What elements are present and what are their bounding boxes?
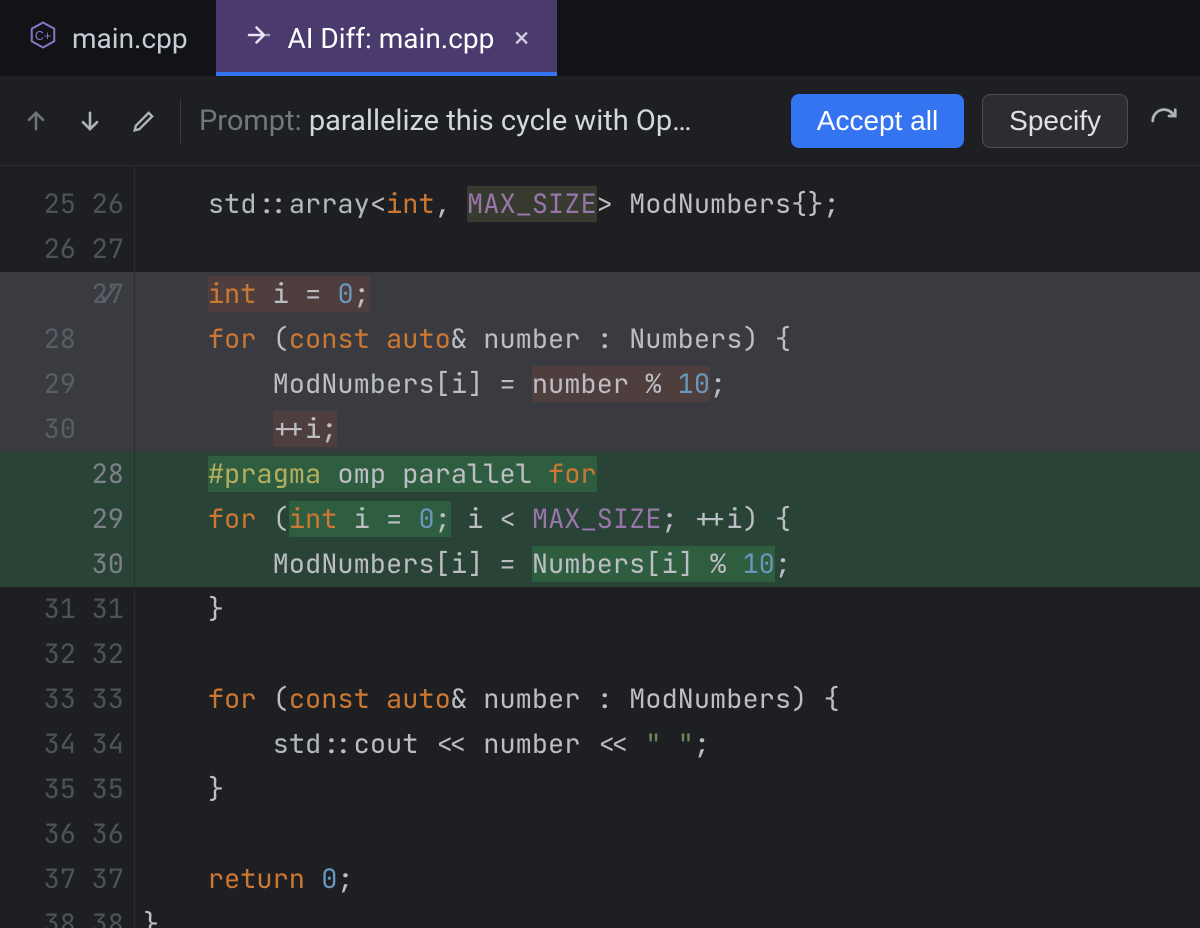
code-line[interactable]	[135, 632, 1200, 677]
code-line[interactable]: ModNumbers[i] = Numbers[i] % 10;	[135, 542, 1200, 587]
accept-hunk-icon[interactable]: ✓	[88, 272, 122, 317]
gutter-row: 29	[0, 497, 134, 542]
gutter-row: 28	[0, 317, 134, 362]
diff-editor: 2526262727✓28293028293031313232333334343…	[0, 166, 1200, 928]
code-line[interactable]: int i = 0;	[135, 272, 1200, 317]
code-line[interactable]: for (const auto& number : Numbers) {	[135, 317, 1200, 362]
gutter-row: 3232	[0, 632, 134, 677]
gutter-row: 2627	[0, 227, 134, 272]
tab-ai-diff[interactable]: AI Diff: main.cpp ×	[216, 0, 558, 76]
gutter-row: 3636	[0, 812, 134, 857]
gutter-row: 30	[0, 407, 134, 452]
gutter-row: 28	[0, 452, 134, 497]
code-line[interactable]: for (const auto& number : ModNumbers) {	[135, 677, 1200, 722]
prompt-display[interactable]: Prompt: parallelize this cycle with Op…	[199, 104, 773, 138]
gutter-row: 3535	[0, 767, 134, 812]
code-line[interactable]: std::cout << number << " ";	[135, 722, 1200, 767]
svg-text:C+: C+	[35, 29, 51, 43]
ai-diff-icon	[244, 20, 274, 57]
prev-change-icon[interactable]	[18, 103, 54, 139]
accept-all-button[interactable]: Accept all	[791, 94, 964, 148]
code-line[interactable]: ModNumbers[i] = number % 10;	[135, 362, 1200, 407]
diff-toolbar: Prompt: parallelize this cycle with Op… …	[0, 76, 1200, 166]
code-line[interactable]: return 0;	[135, 857, 1200, 902]
prompt-label: Prompt:	[199, 104, 309, 138]
specify-button[interactable]: Specify	[982, 94, 1128, 148]
tab-label: main.cpp	[72, 22, 188, 55]
code-line[interactable]: ++i;	[135, 407, 1200, 452]
toolbar-divider	[180, 99, 181, 143]
tab-main-cpp[interactable]: C+ main.cpp	[0, 0, 216, 76]
code-line[interactable]: }	[135, 902, 1200, 928]
code-line[interactable]: }	[135, 767, 1200, 812]
gutter-row: 3838	[0, 902, 134, 928]
gutter-row: 30	[0, 542, 134, 587]
refresh-icon[interactable]	[1146, 103, 1182, 139]
code-line[interactable]	[135, 812, 1200, 857]
edit-icon[interactable]	[126, 103, 162, 139]
close-icon[interactable]: ×	[514, 24, 529, 52]
line-gutter: 2526262727✓28293028293031313232333334343…	[0, 166, 135, 928]
gutter-row: 3434	[0, 722, 134, 767]
gutter-row: 29	[0, 362, 134, 407]
tab-bar: C+ main.cpp AI Diff: main.cpp ×	[0, 0, 1200, 76]
gutter-row: 3333	[0, 677, 134, 722]
cpp-file-icon: C+	[28, 20, 58, 57]
gutter-row: 3737	[0, 857, 134, 902]
code-line[interactable]: std::array<int, MAX_SIZE> ModNumbers{};	[135, 182, 1200, 227]
next-change-icon[interactable]	[72, 103, 108, 139]
gutter-row: 27✓	[0, 272, 134, 317]
gutter-row: 3131	[0, 587, 134, 632]
code-line[interactable]: }	[135, 587, 1200, 632]
gutter-row: 2526	[0, 182, 134, 227]
code-line[interactable]: #pragma omp parallel for	[135, 452, 1200, 497]
code-area[interactable]: std::array<int, MAX_SIZE> ModNumbers{}; …	[135, 166, 1200, 928]
code-line[interactable]	[135, 227, 1200, 272]
code-line[interactable]: for (int i = 0; i < MAX_SIZE; ++i) {	[135, 497, 1200, 542]
tab-label: AI Diff: main.cpp	[288, 22, 495, 55]
prompt-value: parallelize this cycle with Op…	[309, 104, 692, 138]
